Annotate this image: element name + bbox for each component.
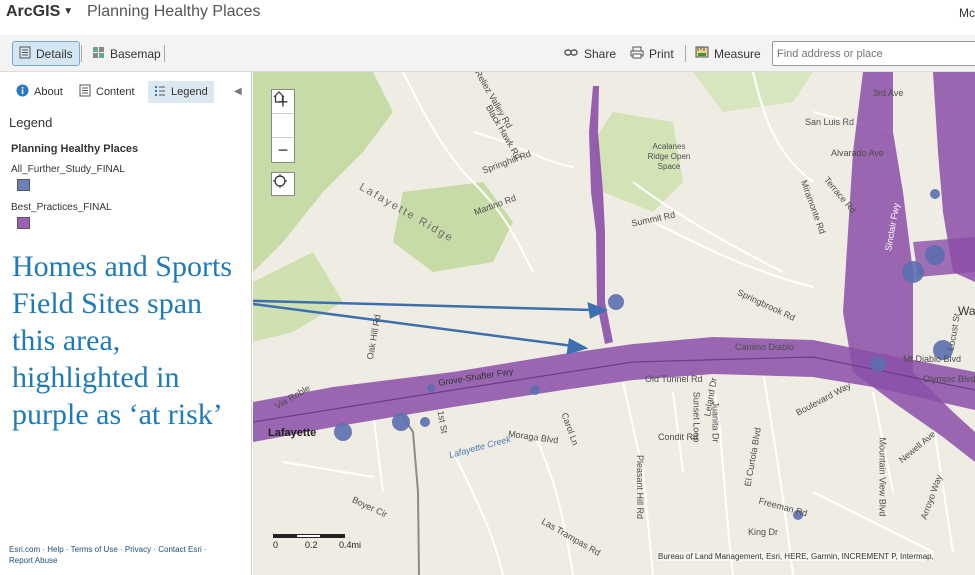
road-label: Alvarado Ave: [831, 148, 884, 158]
details-icon: [19, 46, 31, 62]
printer-icon: [630, 46, 644, 62]
legend-layer-name: All_Further_Study_FINAL: [11, 164, 125, 175]
report-abuse-link[interactable]: Report Abuse: [9, 556, 57, 565]
home-icon: [273, 91, 285, 103]
user-menu[interactable]: Mc: [959, 6, 975, 20]
place-label-lafayette: Lafayette: [268, 427, 317, 439]
tab-about-label: About: [34, 86, 63, 98]
park-label: Acalanes Ridge Open Space: [647, 142, 691, 171]
app-title: Planning Healthy Places: [87, 3, 261, 20]
info-icon: [16, 84, 29, 100]
map-attribution: Bureau of Land Management, Esri, HERE, G…: [658, 552, 934, 561]
road-label: Olympic Blvd: [923, 374, 975, 384]
road-label: San Luis Rd: [805, 117, 855, 127]
road-label: Pleasant Hill Rd: [635, 454, 646, 520]
share-link-icon: [564, 47, 579, 61]
road-label: Mountain View Blvd: [877, 437, 888, 517]
tab-content-label: Content: [96, 86, 135, 98]
crosshair-icon: [273, 174, 287, 188]
side-panel: About Content Legend ◀ Legend Planning H…: [0, 72, 252, 575]
measure-icon: [695, 45, 709, 62]
basemap-label: Basemap: [110, 46, 161, 61]
arcgis-menu[interactable]: ArcGIS ▼: [6, 3, 73, 21]
toolbar-divider: [164, 45, 165, 62]
tab-content[interactable]: Content: [73, 81, 141, 103]
open-space-area: [393, 182, 513, 272]
road-label: Mt Diablo Blvd: [903, 354, 962, 364]
scale-bar-graphic: [273, 534, 345, 538]
share-label: Share: [584, 46, 617, 61]
legend-map-title: Planning Healthy Places: [11, 143, 139, 155]
locate-button[interactable]: [271, 172, 295, 196]
content-list-icon: [79, 84, 91, 100]
road-label: Sunset Loop: [691, 391, 702, 443]
footer-links: Esri.com · Help · Terms of Use · Privacy…: [9, 545, 207, 565]
details-button[interactable]: Details: [12, 41, 80, 66]
title-bar: ArcGIS ▼ Planning Healthy Places Mc: [0, 0, 975, 28]
privacy-link[interactable]: Privacy: [125, 545, 151, 554]
basemap-button[interactable]: Basemap: [86, 41, 167, 66]
caret-down-icon: ▼: [63, 6, 74, 18]
share-button[interactable]: Share: [558, 41, 622, 66]
basemap-icon: [92, 46, 105, 62]
scale-label: 0.2: [305, 540, 318, 550]
tab-legend-label: Legend: [171, 86, 208, 98]
map-view[interactable]: Lafayette Grove-Shafter Fwy Old Tunnel R…: [253, 72, 975, 575]
legend-swatch: [17, 217, 30, 229]
zoom-out-button[interactable]: −: [272, 138, 294, 162]
tab-legend[interactable]: Legend: [148, 81, 214, 103]
scale-label: 0.4mi: [339, 540, 362, 550]
print-label: Print: [649, 46, 674, 61]
panel-tabs: About Content Legend ◀: [0, 78, 252, 106]
measure-button[interactable]: Measure: [689, 41, 767, 66]
zoom-control: + −: [271, 89, 295, 163]
legend-list-icon: [154, 84, 166, 100]
contact-link[interactable]: Contact Esri: [158, 545, 202, 554]
toolbar-divider: [685, 45, 686, 62]
toolbar-divider: [81, 45, 82, 62]
measure-label: Measure: [714, 46, 761, 61]
details-label: Details: [36, 46, 73, 61]
legend-swatch: [17, 179, 30, 191]
collapse-panel-icon[interactable]: ◀: [234, 86, 242, 97]
print-button[interactable]: Print: [624, 41, 680, 66]
legend-layer-name: Best_Practices_FINAL: [11, 202, 112, 213]
legend-heading: Legend: [9, 115, 53, 130]
road-label: Old Tunnel Rd: [645, 374, 703, 384]
annotation-note: Homes and Sports Field Sites span this a…: [12, 250, 232, 431]
road-label: 3rd Ave: [873, 88, 904, 98]
road-label: King Dr: [748, 527, 779, 537]
help-link[interactable]: Help: [47, 545, 63, 554]
home-button[interactable]: [272, 91, 294, 138]
scale-label: 0: [273, 540, 279, 550]
brand-label: ArcGIS: [6, 3, 61, 20]
search-input[interactable]: [772, 41, 975, 66]
tab-about[interactable]: About: [10, 81, 69, 103]
esri-link[interactable]: Esri.com: [9, 545, 40, 554]
terms-link[interactable]: Terms of Use: [71, 545, 118, 554]
scale-bar: 0 0.2 0.4mi: [273, 532, 361, 552]
toolbar: Details Basemap Share Print Measure: [0, 35, 975, 72]
open-space-area: [253, 252, 343, 342]
open-space-area: [693, 72, 813, 112]
road-label: Camino Diablo: [735, 342, 795, 352]
